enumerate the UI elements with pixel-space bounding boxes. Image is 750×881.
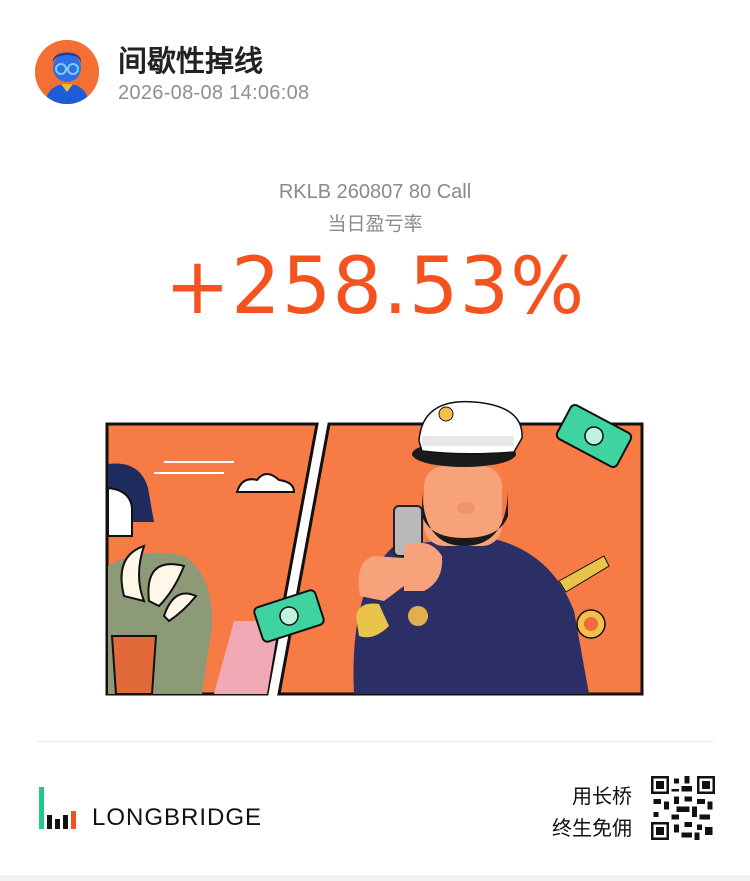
longbridge-brand: LONGBRIDGE: [36, 785, 262, 831]
qr-code[interactable]: [651, 776, 715, 840]
avatar[interactable]: [35, 40, 99, 104]
footer-divider: [36, 741, 714, 742]
contract-name: RKLB 260807 80 Call: [278, 181, 472, 203]
metric-label: 当日盈亏率: [327, 213, 423, 235]
promo-line-1: 用长桥: [572, 784, 632, 808]
captain-illustration: [104, 396, 649, 701]
promo-text: 用长桥 终生免佣: [552, 780, 632, 844]
qr-code-icon: [651, 776, 715, 840]
longbridge-logo-icon: [39, 787, 76, 829]
bottom-bar: [0, 875, 750, 881]
pnl-percent: +258.53%: [164, 242, 586, 332]
username: 间歇性掉线: [118, 44, 264, 78]
promo-line-2: 终生免佣: [552, 816, 632, 840]
share-timestamp: 2026-08-08 14:06:08: [118, 82, 310, 104]
brand-name: LONGBRIDGE: [92, 804, 263, 831]
avatar-icon: [35, 40, 99, 104]
